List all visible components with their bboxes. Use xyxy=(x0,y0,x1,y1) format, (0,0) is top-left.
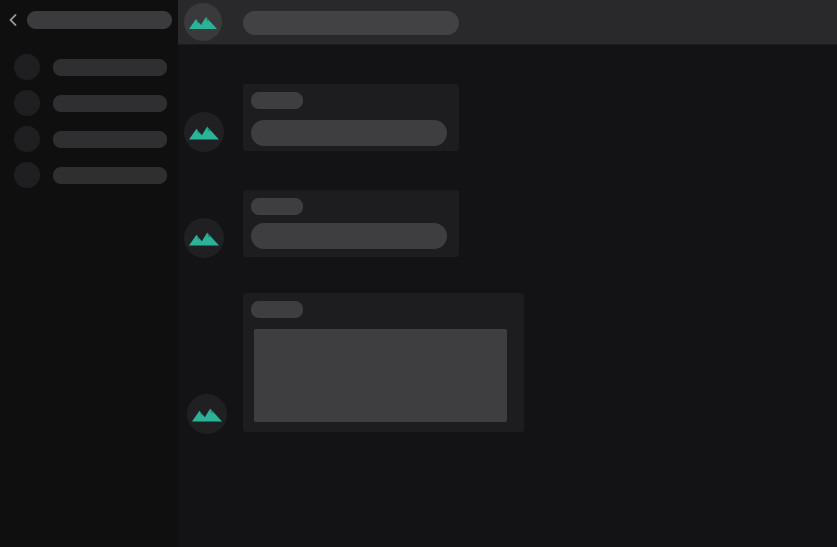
sidebar-title-placeholder xyxy=(27,11,172,29)
mountain-logo-icon[interactable] xyxy=(184,218,224,258)
sidebar-item-label-placeholder xyxy=(53,131,167,148)
sidebar-item-icon-placeholder xyxy=(14,162,40,188)
sender-name-placeholder xyxy=(251,198,303,215)
sidebar-item[interactable] xyxy=(14,54,174,80)
sender-name-placeholder xyxy=(251,301,303,318)
message-text-placeholder xyxy=(251,223,447,249)
message-list xyxy=(178,45,837,547)
sidebar-item-icon-placeholder xyxy=(14,126,40,152)
sidebar-item-icon-placeholder xyxy=(14,90,40,116)
chat-header xyxy=(178,0,837,45)
mountain-logo-icon[interactable] xyxy=(184,112,224,152)
sidebar-item-icon-placeholder xyxy=(14,54,40,80)
sender-name-placeholder xyxy=(251,92,303,109)
sidebar-item[interactable] xyxy=(14,90,174,116)
media-placeholder[interactable] xyxy=(254,329,507,422)
sidebar-item[interactable] xyxy=(14,162,174,188)
sidebar xyxy=(0,0,178,547)
message-bubble-media[interactable] xyxy=(243,293,524,432)
mountain-logo-icon[interactable] xyxy=(184,3,222,41)
message-text-placeholder xyxy=(251,120,447,146)
chat-title-placeholder xyxy=(243,11,459,35)
sidebar-item-label-placeholder xyxy=(53,167,167,184)
mountain-logo-icon[interactable] xyxy=(187,394,227,434)
message-bubble[interactable] xyxy=(243,84,459,151)
sidebar-item[interactable] xyxy=(14,126,174,152)
sidebar-item-label-placeholder xyxy=(53,95,167,112)
sidebar-item-label-placeholder xyxy=(53,59,167,76)
app-window xyxy=(0,0,837,547)
message-bubble[interactable] xyxy=(243,190,459,257)
chevron-left-icon[interactable] xyxy=(4,10,22,30)
